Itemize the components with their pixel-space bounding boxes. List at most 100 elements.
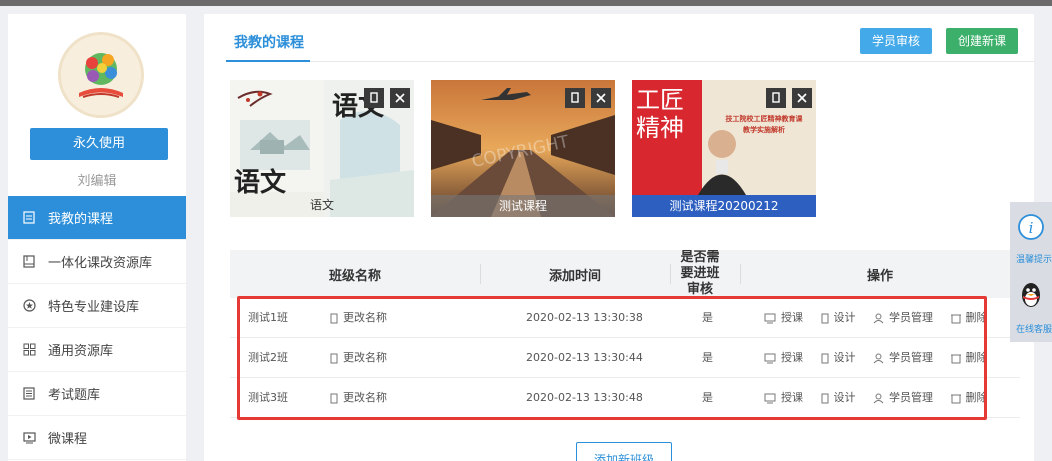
video-icon: [764, 393, 776, 403]
copy-icon: [330, 353, 338, 363]
video-icon: [764, 313, 776, 323]
rename-button[interactable]: 更改名称: [330, 378, 387, 418]
sidebar-item-specialty-library[interactable]: 特色专业建设库: [8, 284, 186, 328]
teach-button[interactable]: 授课: [764, 378, 803, 418]
star-icon: [22, 299, 36, 313]
class-name: 测试1班: [248, 311, 288, 324]
design-button[interactable]: 设计: [821, 378, 856, 418]
design-button[interactable]: 设计: [821, 298, 856, 338]
copy-icon: [821, 313, 828, 323]
table-row: 测试3班 更改名称 2020-02-13 13:30:48 是 授课 设计 学员…: [230, 378, 1020, 418]
sidebar-item-exam-bank[interactable]: 考试题库: [8, 372, 186, 416]
col-add-time: 添加时间: [548, 268, 601, 284]
video-icon: [22, 431, 36, 445]
sidebar-menu: 我教的课程 一体化课改资源库 特色专业建设库 通用资源库 考试题库 微课程: [8, 196, 186, 460]
sidebar-item-label: 考试题库: [48, 388, 101, 403]
copy-icon: [330, 313, 338, 323]
teach-button[interactable]: 授课: [764, 298, 803, 338]
col-operations: 操作: [866, 268, 893, 284]
main-panel: 我教的课程 学员审核 创建新课 语文 语文 语文 COPYRIGHT 测试课程 …: [204, 14, 1034, 461]
add-time: 2020-02-13 13:30:48: [526, 391, 643, 404]
course-card-chinese[interactable]: 语文 语文 语文: [230, 80, 414, 217]
tips-button[interactable]: i 温馨提示: [1010, 202, 1052, 270]
row-actions: 授课 设计 学员管理 删除: [764, 338, 1002, 378]
copy-icon: [330, 393, 338, 403]
sidebar: 永久使用 刘编辑 我教的课程 一体化课改资源库 特色专业建设库 通用资源库 考试…: [8, 14, 186, 461]
top-bar: [0, 0, 1052, 6]
review-required: 是: [702, 391, 713, 404]
avatar[interactable]: [58, 32, 144, 118]
user-icon: [873, 313, 884, 323]
course-card-test[interactable]: COPYRIGHT 测试课程: [431, 80, 615, 217]
create-course-button[interactable]: 创建新课: [946, 28, 1018, 54]
sidebar-item-integrated-library[interactable]: 一体化课改资源库: [8, 240, 186, 284]
class-table-header: 班级名称 添加时间 是否需要进班审核 操作: [230, 250, 1020, 298]
online-service-button[interactable]: 在线客服: [1010, 274, 1052, 342]
copy-icon[interactable]: [766, 88, 786, 108]
course-card-test-20200212[interactable]: 工匠 精神 技工院校工匠精神教育课 教学实施解析 测试课程20200212: [632, 80, 816, 217]
close-icon[interactable]: [390, 88, 410, 108]
class-name: 测试3班: [248, 391, 288, 404]
qq-penguin-icon: [1022, 283, 1040, 307]
delete-button[interactable]: 删除: [950, 378, 988, 418]
floating-help-widget: i 温馨提示 在线客服: [1010, 202, 1052, 342]
cover-small-title: 语文: [234, 168, 287, 198]
sidebar-item-my-courses[interactable]: 我教的课程: [8, 196, 186, 240]
cover-subtitle: 技工院校工匠精神教育课 教学实施解析: [725, 115, 803, 134]
sidebar-item-label: 我教的课程: [48, 212, 114, 227]
book-icon: [22, 255, 36, 269]
close-icon[interactable]: [591, 88, 611, 108]
copy-icon: [821, 353, 828, 363]
trash-icon: [950, 354, 961, 363]
student-manage-button[interactable]: 学员管理: [873, 378, 933, 418]
copy-icon[interactable]: [565, 88, 585, 108]
username: 刘编辑: [77, 174, 117, 189]
course-name: 测试课程20200212: [632, 195, 816, 217]
table-row: 测试1班 更改名称 2020-02-13 13:30:38 是 授课 设计 学员…: [230, 298, 1020, 338]
user-icon: [873, 393, 884, 403]
copy-icon: [821, 393, 828, 403]
sidebar-item-label: 特色专业建设库: [48, 300, 140, 315]
col-review-required: 是否需要进班审核: [680, 250, 720, 297]
row-actions: 授课 设计 学员管理 删除: [764, 378, 1002, 418]
svg-text:i: i: [1029, 219, 1034, 237]
course-name: 测试课程: [431, 195, 615, 217]
row-actions: 授课 设计 学员管理 删除: [764, 298, 1002, 338]
add-time: 2020-02-13 13:30:38: [526, 311, 643, 324]
list-icon: [22, 387, 36, 401]
permanent-use-button[interactable]: 永久使用: [30, 128, 168, 160]
teach-button[interactable]: 授课: [764, 338, 803, 378]
student-manage-button[interactable]: 学员管理: [873, 298, 933, 338]
sidebar-item-general-library[interactable]: 通用资源库: [8, 328, 186, 372]
add-class-button[interactable]: 添加新班级: [576, 442, 672, 461]
class-name: 测试2班: [248, 351, 288, 364]
doc-icon: [22, 211, 36, 225]
table-row: 测试2班 更改名称 2020-02-13 13:30:44 是 授课 设计 学员…: [230, 338, 1020, 378]
design-button[interactable]: 设计: [821, 338, 856, 378]
sidebar-item-label: 一体化课改资源库: [48, 256, 153, 271]
trash-icon: [950, 314, 961, 323]
user-icon: [873, 353, 884, 363]
sidebar-item-label: 微课程: [48, 432, 88, 447]
review-required: 是: [702, 351, 713, 364]
close-icon[interactable]: [792, 88, 812, 108]
tab-active-underline: [226, 60, 310, 62]
cover-big-title: 工匠 精神: [636, 86, 684, 142]
col-divider: [670, 264, 671, 284]
sidebar-item-label: 通用资源库: [48, 344, 114, 359]
grid-icon: [22, 343, 36, 357]
student-review-button[interactable]: 学员审核: [860, 28, 932, 54]
course-name: 语文: [310, 198, 335, 212]
tab-my-courses[interactable]: 我教的课程: [234, 32, 304, 52]
sidebar-item-micro-course[interactable]: 微课程: [8, 416, 186, 460]
col-class-name: 班级名称: [328, 268, 381, 284]
delete-button[interactable]: 删除: [950, 338, 988, 378]
review-required: 是: [702, 311, 713, 324]
info-icon: i: [1018, 214, 1044, 240]
video-icon: [764, 353, 776, 363]
rename-button[interactable]: 更改名称: [330, 298, 387, 338]
student-manage-button[interactable]: 学员管理: [873, 338, 933, 378]
copy-icon[interactable]: [364, 88, 384, 108]
rename-button[interactable]: 更改名称: [330, 338, 387, 378]
delete-button[interactable]: 删除: [950, 298, 988, 338]
